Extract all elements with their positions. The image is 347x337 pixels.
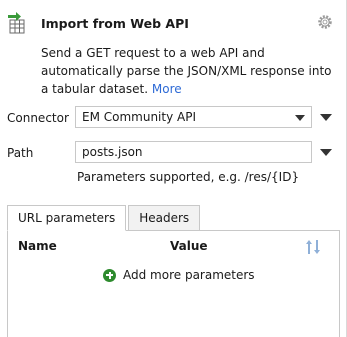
chevron-down-icon bbox=[295, 115, 305, 121]
add-parameter-button[interactable]: Add more parameters bbox=[103, 268, 255, 282]
url-parameters-table: Name Value Add more parameters bbox=[7, 230, 340, 337]
panel-description: Send a GET request to a web API and auto… bbox=[41, 44, 341, 98]
connector-value: EM Community API bbox=[82, 110, 196, 124]
add-parameter-label: Add more parameters bbox=[123, 268, 255, 282]
path-value: posts.json bbox=[82, 145, 143, 159]
import-web-api-panel: Import from Web API Send a GET request t… bbox=[0, 0, 347, 337]
column-header-name: Name bbox=[18, 239, 57, 253]
panel-title: Import from Web API bbox=[41, 16, 189, 31]
tab-bar: URL parameters Headers bbox=[7, 205, 202, 231]
tab-headers[interactable]: Headers bbox=[128, 205, 201, 231]
tab-url-parameters[interactable]: URL parameters bbox=[7, 205, 127, 231]
connector-select[interactable]: EM Community API bbox=[75, 106, 312, 128]
path-input[interactable]: posts.json bbox=[75, 141, 312, 163]
path-menu-chevron-icon[interactable] bbox=[320, 149, 332, 156]
gear-icon[interactable] bbox=[316, 13, 334, 31]
path-hint: Parameters supported, e.g. /res/{ID} bbox=[77, 170, 300, 184]
path-label: Path bbox=[7, 146, 34, 160]
column-header-value: Value bbox=[170, 239, 208, 253]
connector-label: Connector bbox=[7, 111, 69, 125]
import-web-api-icon bbox=[8, 12, 25, 34]
sort-icon[interactable] bbox=[305, 238, 321, 256]
more-link[interactable]: More bbox=[152, 82, 182, 96]
add-circle-icon bbox=[103, 268, 116, 282]
description-text: Send a GET request to a web API and auto… bbox=[41, 46, 332, 96]
connector-menu-chevron-icon[interactable] bbox=[320, 114, 332, 121]
